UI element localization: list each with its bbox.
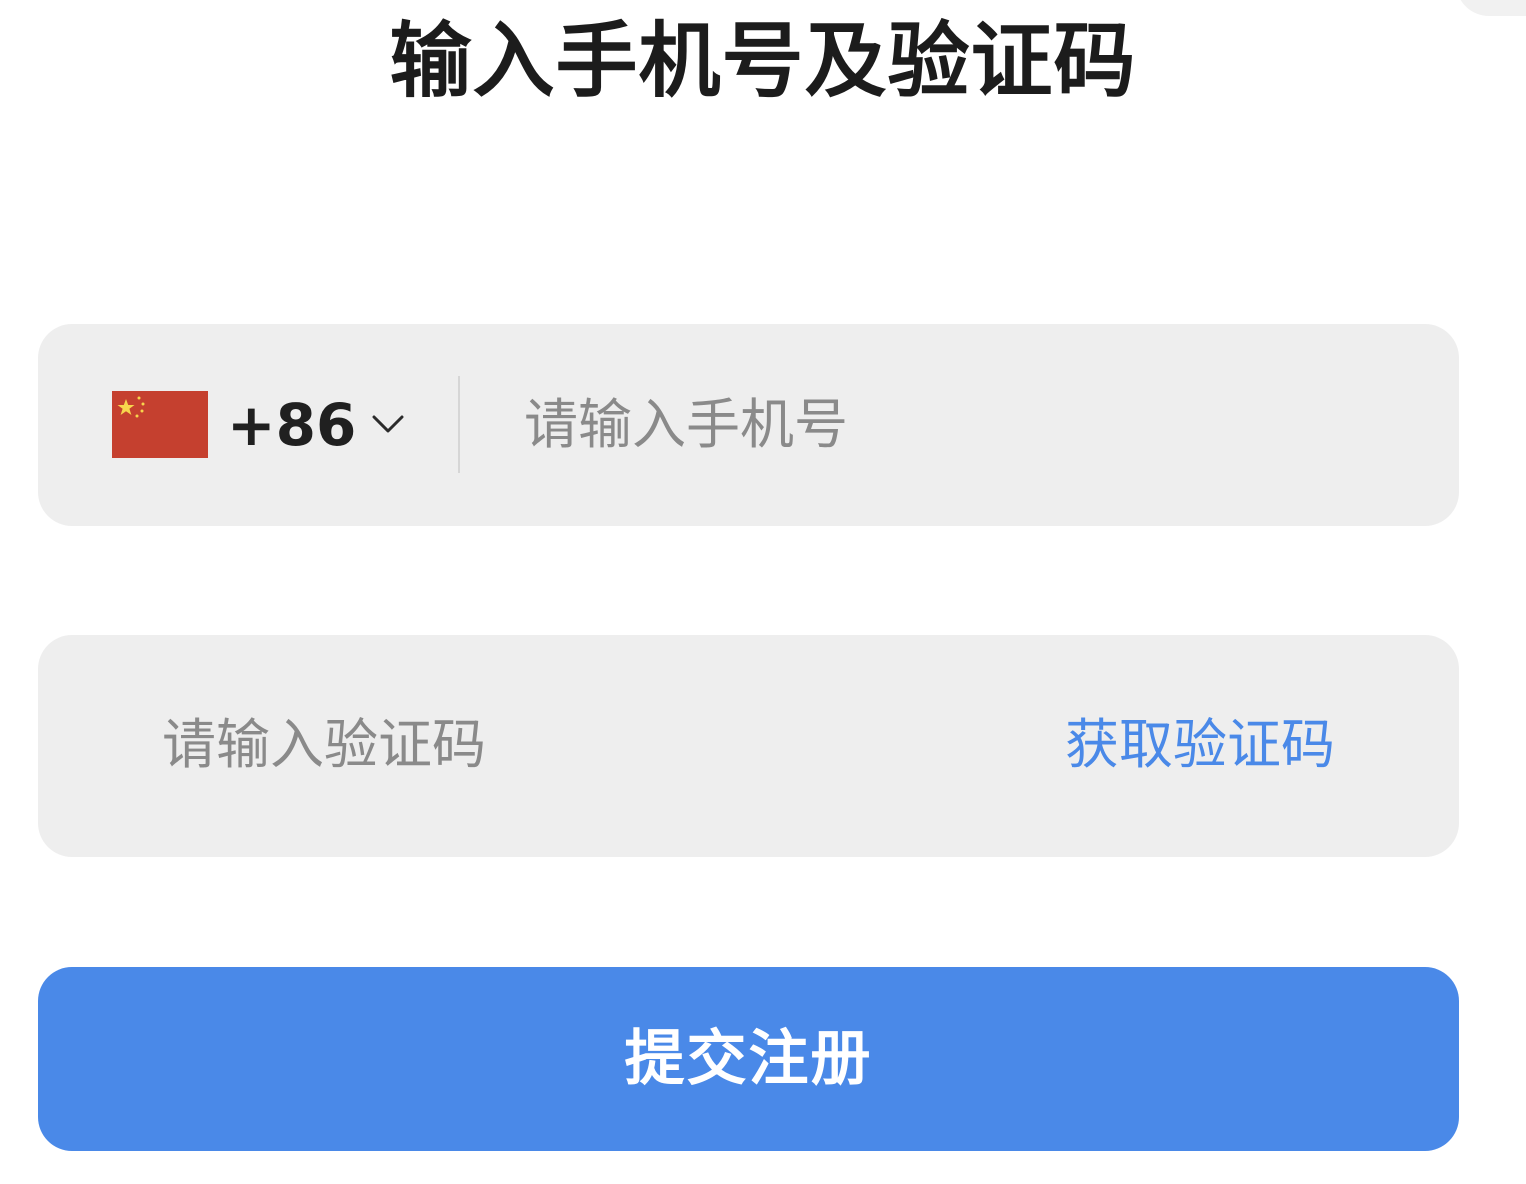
phone-input[interactable]: 请输入手机号 [524,393,848,457]
verification-code-input[interactable]: 请输入验证码 [162,713,486,777]
verification-code-input-container[interactable]: 请输入验证码 获取验证码 [38,635,1459,857]
field-divider [458,376,460,473]
page-title: 输入手机号及验证码 [389,14,1137,109]
phone-input-container[interactable]: +86 请输入手机号 [38,324,1459,526]
get-code-button[interactable]: 获取验证码 [1065,713,1335,777]
registration-page: 输入手机号及验证码 +86 请输入手机号 请输入验证码 获取验证码 提交注册 [0,0,1526,1184]
chevron-down-icon[interactable] [370,406,406,442]
country-code[interactable]: +86 [227,390,356,460]
submit-register-button[interactable]: 提交注册 [38,967,1459,1151]
china-flag-icon[interactable] [112,391,208,458]
